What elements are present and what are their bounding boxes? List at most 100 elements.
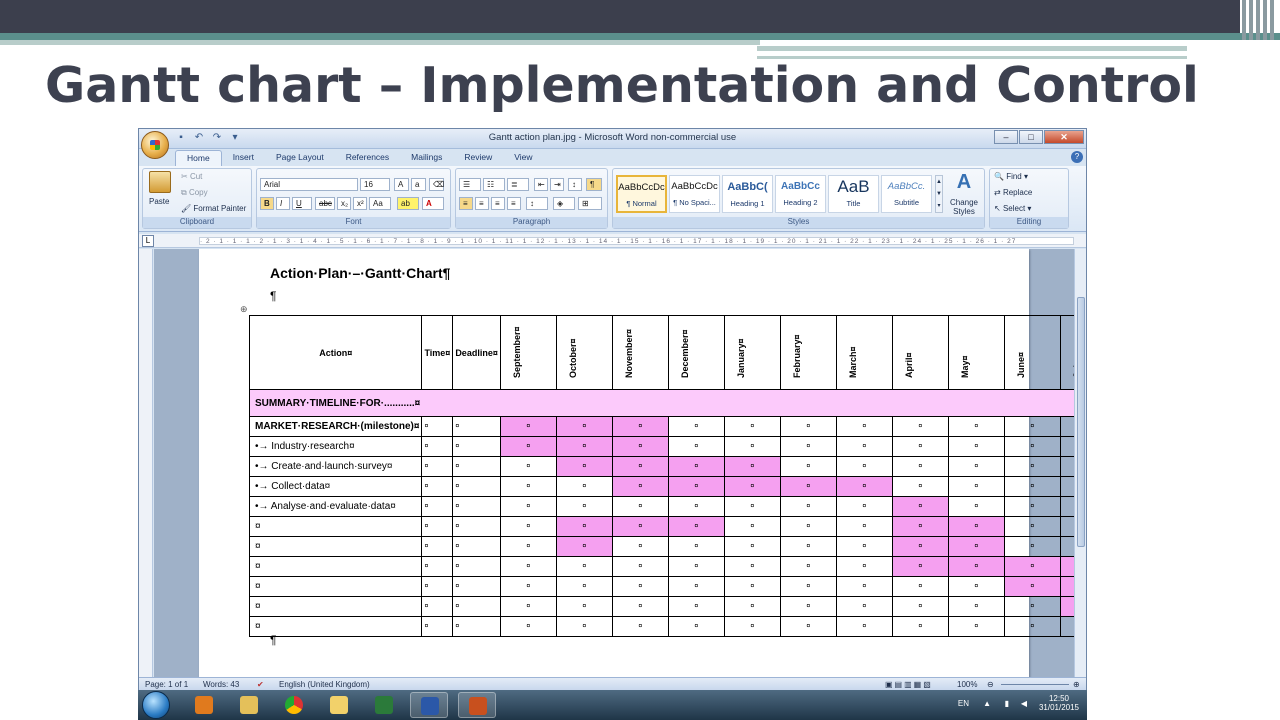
gantt-cell[interactable]: ¤ — [667, 556, 725, 577]
gantt-cell[interactable]: ¤ — [611, 536, 669, 557]
gantt-cell-active[interactable]: ¤ — [555, 536, 613, 557]
gantt-cell[interactable]: ¤ — [779, 416, 837, 437]
gantt-cell[interactable]: ¤ — [947, 456, 1005, 477]
deadline-cell[interactable]: ¤ — [452, 576, 501, 597]
status-language[interactable]: English (United Kingdom) — [279, 680, 370, 689]
gantt-cell[interactable]: ¤ — [1003, 456, 1061, 477]
minimize-button[interactable]: – — [994, 130, 1018, 144]
gantt-cell-active[interactable]: ¤ — [555, 516, 613, 537]
style-normal[interactable]: AaBbCcDc ¶ Normal — [616, 175, 667, 213]
styles-scroll[interactable]: ▲ ▼ ▾ — [935, 175, 943, 213]
gantt-cell-active[interactable]: ¤ — [555, 436, 613, 457]
borders-icon[interactable]: ⊞ — [578, 197, 602, 210]
tray-arrow-icon[interactable]: ▲ — [983, 699, 991, 708]
table-move-handle[interactable]: ⊕ — [240, 304, 248, 315]
gantt-cell[interactable]: ¤ — [555, 616, 613, 637]
sort-icon[interactable]: ↕ — [568, 178, 582, 191]
gantt-cell-active[interactable]: ¤ — [1003, 576, 1061, 597]
gantt-cell[interactable]: ¤ — [779, 516, 837, 537]
gantt-cell[interactable]: ¤ — [723, 556, 781, 577]
gantt-cell-active[interactable]: ¤ — [611, 456, 669, 477]
media-player-icon[interactable] — [185, 692, 223, 718]
gantt-cell[interactable]: ¤ — [723, 596, 781, 617]
subscript-icon[interactable]: x₂ — [337, 197, 351, 210]
gantt-cell[interactable]: ¤ — [723, 436, 781, 457]
office-button[interactable] — [141, 131, 169, 159]
gantt-cell-active[interactable]: ¤ — [947, 516, 1005, 537]
notes-icon[interactable] — [320, 692, 358, 718]
gantt-cell[interactable]: ¤ — [1059, 536, 1074, 557]
view-buttons[interactable]: ▣▤▥▦▧ — [885, 680, 933, 689]
powerpoint-icon[interactable] — [458, 692, 496, 718]
gantt-cell[interactable]: ¤ — [835, 516, 893, 537]
time-cell[interactable]: ¤ — [421, 476, 454, 497]
decrease-indent-icon[interactable]: ⇤ — [534, 178, 548, 191]
gantt-cell[interactable]: ¤ — [891, 576, 949, 597]
maximize-button[interactable]: □ — [1019, 130, 1043, 144]
gantt-cell[interactable]: ¤ — [723, 496, 781, 517]
document-page[interactable]: Action·Plan·–·Gantt·Chart¶ ¶ ⊕ Action¤ T… — [199, 249, 1074, 677]
gantt-cell-active[interactable]: ¤ — [667, 456, 725, 477]
action-cell[interactable]: ¤ — [248, 516, 423, 537]
help-icon[interactable]: ? — [1071, 151, 1083, 163]
time-cell[interactable]: ¤ — [421, 556, 454, 577]
word-taskbar-icon[interactable] — [410, 692, 448, 718]
gantt-cell[interactable]: ¤ — [779, 436, 837, 457]
gantt-cell[interactable]: ¤ — [1003, 596, 1061, 617]
align-center-icon[interactable]: ≡ — [475, 197, 489, 210]
zoom-slider[interactable] — [1001, 684, 1069, 685]
gantt-cell-active[interactable]: ¤ — [555, 416, 613, 437]
gantt-cell-active[interactable]: ¤ — [891, 556, 949, 577]
gantt-cell[interactable]: ¤ — [555, 476, 613, 497]
gantt-cell-active[interactable]: ¤ — [779, 476, 837, 497]
change-styles-button[interactable]: Change Styles — [946, 198, 982, 216]
copy-button[interactable]: ⧉ Copy — [181, 188, 208, 198]
horizontal-ruler[interactable]: L · 2 · 1 · 1 · 1 · 2 · 1 · 3 · 1 · 4 · … — [139, 234, 1086, 248]
zoom-level[interactable]: 100% — [957, 680, 977, 689]
gantt-cell[interactable]: ¤ — [1003, 516, 1061, 537]
gantt-cell[interactable]: ¤ — [835, 616, 893, 637]
gantt-cell[interactable]: ¤ — [667, 436, 725, 457]
bold-icon[interactable]: B — [260, 197, 274, 210]
chrome-icon[interactable] — [275, 692, 313, 718]
close-button[interactable]: ✕ — [1044, 130, 1084, 144]
gantt-cell[interactable]: ¤ — [1059, 416, 1074, 437]
gantt-cell-active[interactable]: ¤ — [1059, 596, 1074, 617]
strikethrough-icon[interactable]: abc — [315, 197, 335, 210]
tab-view[interactable]: View — [503, 150, 543, 166]
gantt-cell[interactable]: ¤ — [611, 556, 669, 577]
tab-review[interactable]: Review — [453, 150, 503, 166]
gantt-cell[interactable]: ¤ — [499, 476, 557, 497]
style-title[interactable]: AaB Title — [828, 175, 879, 213]
gantt-cell[interactable]: ¤ — [891, 476, 949, 497]
proofing-icon[interactable]: ✔ — [257, 680, 264, 689]
gantt-cell[interactable]: ¤ — [1003, 416, 1061, 437]
gantt-cell-active[interactable]: ¤ — [611, 516, 669, 537]
gantt-cell[interactable]: ¤ — [779, 596, 837, 617]
gantt-cell[interactable]: ¤ — [947, 476, 1005, 497]
replace-button[interactable]: ⇄ Replace — [994, 188, 1032, 197]
gantt-cell[interactable]: ¤ — [499, 596, 557, 617]
tab-references[interactable]: References — [335, 150, 400, 166]
action-cell[interactable]: •→ Industry·research¤ — [248, 436, 423, 457]
cut-button[interactable]: ✂ Cut — [181, 172, 202, 181]
clock[interactable]: 12:50 31/01/2015 — [1039, 694, 1079, 712]
gantt-cell-active[interactable]: ¤ — [891, 536, 949, 557]
style-heading-1[interactable]: AaBbC( Heading 1 — [722, 175, 773, 213]
tab-home[interactable]: Home — [175, 150, 222, 166]
vertical-scrollbar[interactable] — [1074, 249, 1086, 677]
gantt-cell[interactable]: ¤ — [499, 576, 557, 597]
increase-indent-icon[interactable]: ⇥ — [550, 178, 564, 191]
superscript-icon[interactable]: x² — [353, 197, 367, 210]
deadline-cell[interactable]: ¤ — [452, 416, 501, 437]
gantt-cell[interactable]: ¤ — [947, 576, 1005, 597]
time-cell[interactable]: ¤ — [421, 436, 454, 457]
gantt-cell[interactable]: ¤ — [1059, 476, 1074, 497]
gantt-cell[interactable]: ¤ — [947, 416, 1005, 437]
gantt-cell[interactable]: ¤ — [499, 616, 557, 637]
gantt-cell[interactable]: ¤ — [891, 596, 949, 617]
time-cell[interactable]: ¤ — [421, 536, 454, 557]
deadline-cell[interactable]: ¤ — [452, 536, 501, 557]
gantt-cell[interactable]: ¤ — [835, 416, 893, 437]
gantt-cell-active[interactable]: ¤ — [499, 416, 557, 437]
